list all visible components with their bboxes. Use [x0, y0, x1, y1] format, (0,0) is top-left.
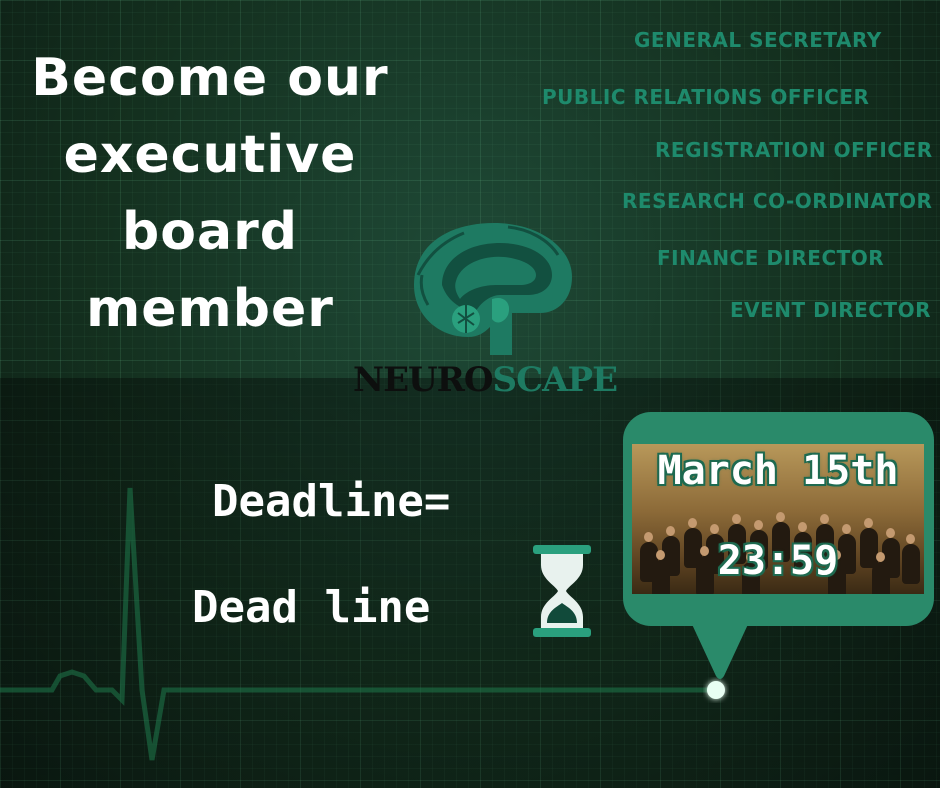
hourglass-icon: [533, 545, 591, 637]
deadline-date: March 15th: [657, 448, 899, 494]
deadline-line2: Dead line: [192, 582, 431, 633]
deadline-time: 23:59: [717, 538, 839, 584]
speech-bubble-tail: [690, 620, 750, 679]
poster: Become our executive board member GENERA…: [0, 0, 940, 788]
deadline-line1: Deadline=: [212, 476, 451, 527]
ecg-pulse-dot: [707, 681, 725, 699]
ecg-line: [0, 487, 725, 761]
